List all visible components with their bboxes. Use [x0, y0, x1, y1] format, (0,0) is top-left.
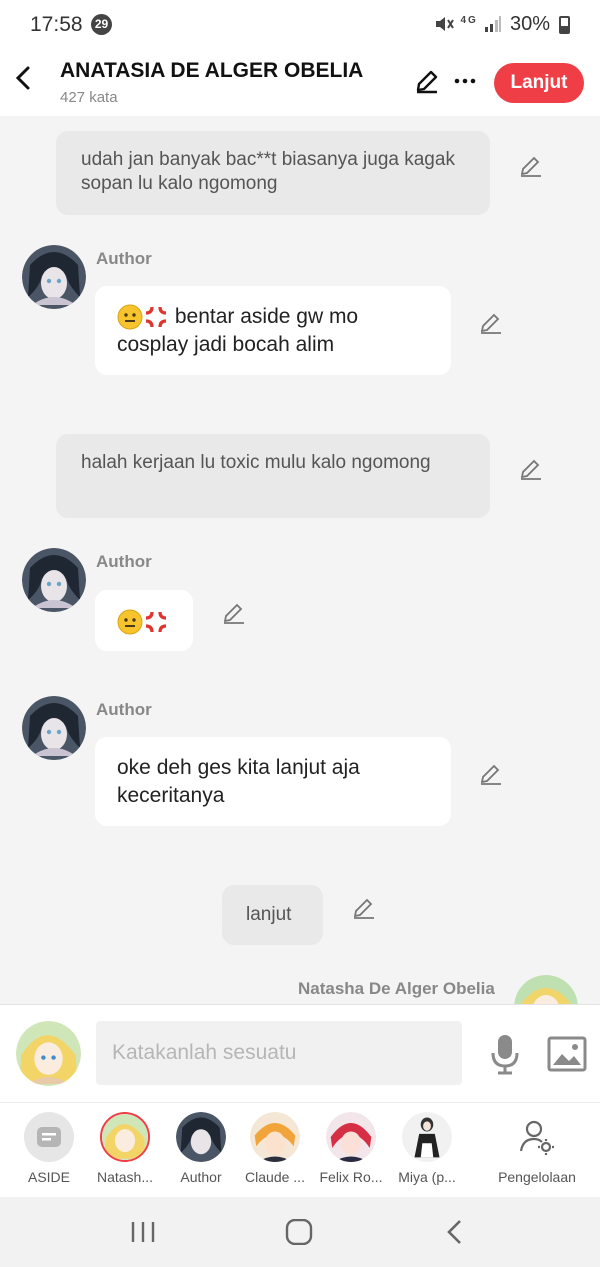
character-avatar — [250, 1112, 300, 1162]
android-navigation-bar — [0, 1197, 600, 1267]
character-chip-author[interactable]: Author — [163, 1112, 239, 1185]
character-chip-label: Pengelolaan — [498, 1169, 576, 1185]
character-name: Author — [96, 552, 152, 571]
back-arrow-icon[interactable] — [12, 62, 36, 94]
character-bubble[interactable] — [95, 590, 193, 651]
status-time: 17:58 — [30, 13, 83, 36]
microphone-icon[interactable] — [488, 1033, 522, 1075]
character-chip-aside[interactable]: ASIDE — [11, 1112, 87, 1185]
character-chip-label: ASIDE — [27, 1169, 70, 1185]
image-icon[interactable] — [547, 1036, 587, 1072]
character-bubble[interactable]: oke deh ges kita lanjut aja keceritanya — [95, 737, 451, 826]
battery-icon — [559, 16, 570, 34]
message-input-bar — [0, 1004, 600, 1103]
character-avatar — [402, 1112, 452, 1162]
character-selector: ASIDE Natash... Author Claude ... Felix … — [0, 1102, 600, 1198]
home-icon[interactable] — [284, 1219, 314, 1245]
character-chip-claude[interactable]: Claude ... — [237, 1112, 313, 1185]
current-character-avatar[interactable] — [16, 1021, 81, 1086]
signal-icon — [485, 16, 502, 32]
story-header: ANATASIA DE ALGER OBELIA 427 kata Lanjut — [0, 50, 600, 116]
message-text: halah kerjaan lu toxic mulu kalo ngomong — [81, 452, 431, 473]
chat-area[interactable]: udah jan banyak bac**t biasanya juga kag… — [0, 116, 600, 1004]
message-text: lanjut — [246, 904, 292, 925]
edit-message-icon[interactable] — [221, 600, 247, 626]
status-bar: 17:58 29 4G 30% — [0, 0, 600, 50]
narration-bubble[interactable]: udah jan banyak bac**t biasanya juga kag… — [56, 131, 490, 215]
battery-percent: 30% — [510, 13, 551, 35]
message-text: udah jan banyak bac**t biasanya juga kag… — [81, 149, 455, 194]
aside-icon — [24, 1112, 74, 1162]
network-label: 4G — [460, 15, 478, 26]
character-name: Author — [96, 700, 152, 719]
character-chip-label: Miya (p... — [398, 1169, 456, 1185]
story-title: ANATASIA DE ALGER OBELIA — [60, 59, 364, 82]
author-avatar[interactable] — [22, 696, 86, 760]
author-avatar[interactable] — [22, 245, 86, 309]
character-avatar — [100, 1112, 150, 1162]
anger-symbol-emoji — [145, 612, 167, 633]
message-text: oke deh ges kita lanjut aja keceritanya — [117, 756, 360, 807]
edit-message-icon[interactable] — [478, 761, 504, 787]
anger-symbol-emoji — [145, 307, 167, 328]
user-settings-icon — [512, 1112, 562, 1162]
smirk-face-emoji — [117, 304, 143, 330]
character-bubble[interactable]: bentar aside gw mo cosplay jadi bocah al… — [95, 286, 451, 375]
character-avatar — [326, 1112, 376, 1162]
edit-message-icon[interactable] — [351, 895, 377, 921]
edit-message-icon[interactable] — [518, 456, 544, 482]
word-count: 427 kata — [60, 89, 118, 106]
recent-apps-icon[interactable] — [128, 1219, 158, 1245]
character-chip-label: Felix Ro... — [319, 1169, 383, 1185]
back-icon[interactable] — [440, 1219, 470, 1245]
edit-message-icon[interactable] — [518, 153, 544, 179]
character-chip-natasha[interactable]: Natash... — [87, 1112, 163, 1185]
pengelolaan-button[interactable]: Pengelolaan — [496, 1112, 578, 1185]
natasha-avatar[interactable] — [514, 975, 578, 1004]
narration-bubble[interactable]: lanjut — [222, 885, 323, 945]
character-chip-felix[interactable]: Felix Ro... — [313, 1112, 389, 1185]
smirk-face-emoji — [117, 609, 143, 635]
character-chip-label: Natash... — [96, 1169, 154, 1185]
character-avatar — [176, 1112, 226, 1162]
edit-icon[interactable] — [414, 68, 440, 94]
more-options-icon[interactable] — [452, 68, 478, 94]
character-chip-miya[interactable]: Miya (p... — [389, 1112, 465, 1185]
edit-message-icon[interactable] — [478, 310, 504, 336]
notification-count-badge: 29 — [91, 14, 112, 35]
lanjut-button[interactable]: Lanjut — [494, 63, 584, 103]
character-name: Author — [96, 249, 152, 268]
system-icons: 4G — [434, 15, 502, 33]
character-chip-label: Claude ... — [245, 1169, 305, 1185]
author-avatar[interactable] — [22, 548, 86, 612]
mute-icon — [436, 17, 454, 31]
narration-bubble[interactable]: halah kerjaan lu toxic mulu kalo ngomong — [56, 434, 490, 518]
character-name: Natasha De Alger Obelia — [298, 979, 495, 998]
message-input[interactable] — [96, 1021, 462, 1085]
character-chip-label: Author — [180, 1169, 222, 1185]
